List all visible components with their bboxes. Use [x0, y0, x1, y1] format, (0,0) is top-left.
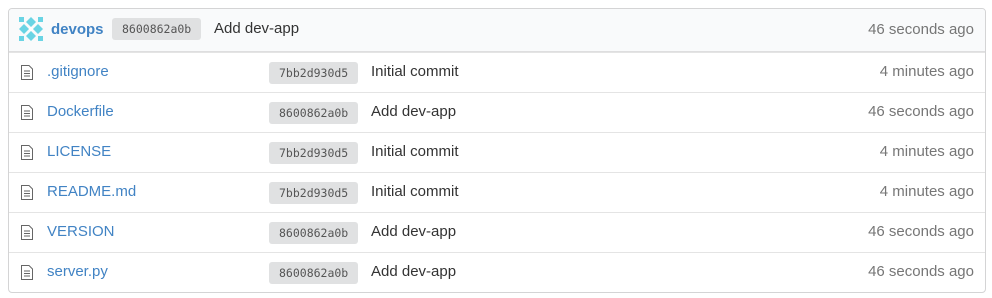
commit-message-link[interactable]: Initial commit [371, 183, 459, 200]
commit-time: 4 minutes ago [879, 63, 974, 80]
commit-message-link[interactable]: Add dev-app [371, 223, 456, 240]
file-row: .gitignore 7bb2d930d5 Initial commit 4 m… [9, 52, 985, 92]
commit-author-link[interactable]: devops [51, 21, 104, 38]
file-text-icon [21, 185, 33, 200]
file-name-link[interactable]: README.md [47, 183, 136, 200]
commit-time: 46 seconds ago [868, 21, 974, 38]
file-text-icon [21, 145, 33, 160]
file-name-link[interactable]: .gitignore [47, 63, 109, 80]
commit-time: 46 seconds ago [868, 103, 974, 120]
commit-sha-badge[interactable]: 8600862a0b [269, 222, 359, 244]
file-row: LICENSE 7bb2d930d5 Initial commit 4 minu… [9, 132, 985, 172]
avatar-identicon-icon[interactable] [19, 17, 43, 41]
commit-time: 46 seconds ago [868, 223, 974, 240]
commit-sha-badge[interactable]: 8600862a0b [112, 18, 202, 40]
file-name-link[interactable]: Dockerfile [47, 103, 114, 120]
commit-time: 46 seconds ago [868, 263, 974, 280]
commit-sha-badge[interactable]: 8600862a0b [269, 102, 359, 124]
commit-sha-badge[interactable]: 7bb2d930d5 [269, 62, 359, 84]
file-text-icon [21, 265, 33, 280]
commit-time: 4 minutes ago [879, 143, 974, 160]
file-name-link[interactable]: VERSION [47, 223, 115, 240]
commit-sha-badge[interactable]: 8600862a0b [269, 262, 359, 284]
file-text-icon [21, 225, 33, 240]
commit-message-link[interactable]: Add dev-app [371, 263, 456, 280]
file-name-link[interactable]: server.py [47, 263, 108, 280]
commit-sha-badge[interactable]: 7bb2d930d5 [269, 142, 359, 164]
latest-commit-header: devops 8600862a0b Add dev-app 46 seconds… [9, 9, 985, 52]
file-text-icon [21, 65, 33, 80]
commit-message-link[interactable]: Initial commit [371, 143, 459, 160]
file-row: Dockerfile 8600862a0b Add dev-app 46 sec… [9, 92, 985, 132]
commit-message-link[interactable]: Add dev-app [371, 103, 456, 120]
file-name-link[interactable]: LICENSE [47, 143, 111, 160]
commit-message-link[interactable]: Initial commit [371, 63, 459, 80]
file-row: README.md 7bb2d930d5 Initial commit 4 mi… [9, 172, 985, 212]
commit-message-link[interactable]: Add dev-app [214, 20, 299, 37]
repo-file-table: devops 8600862a0b Add dev-app 46 seconds… [8, 8, 986, 293]
file-row: server.py 8600862a0b Add dev-app 46 seco… [9, 252, 985, 292]
commit-time: 4 minutes ago [879, 183, 974, 200]
file-text-icon [21, 105, 33, 120]
file-row: VERSION 8600862a0b Add dev-app 46 second… [9, 212, 985, 252]
commit-sha-badge[interactable]: 7bb2d930d5 [269, 182, 359, 204]
